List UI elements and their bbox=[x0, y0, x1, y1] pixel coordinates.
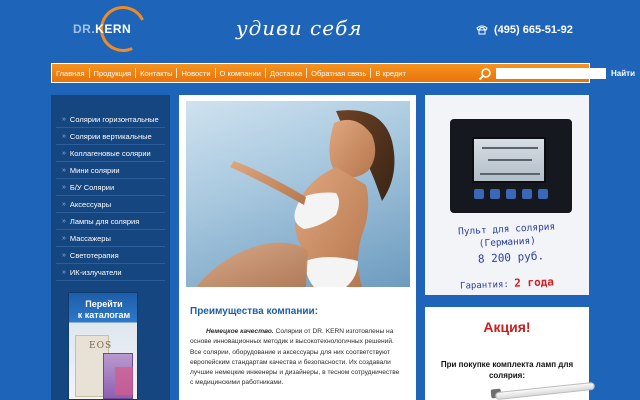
nav-separator bbox=[214, 68, 216, 78]
header: DR.KERN удиви себя (495) 665-51-92 bbox=[0, 0, 640, 62]
sidebar-item-label: Светотерапия bbox=[69, 250, 119, 260]
text-body: Солярии от DR. KERN изготовлены на основ… bbox=[190, 328, 400, 387]
device-screen bbox=[472, 137, 546, 183]
nav-separator bbox=[135, 68, 137, 78]
sidebar-item-lamps[interactable]: » Лампы для солярия bbox=[56, 213, 165, 230]
search-icon[interactable] bbox=[478, 67, 492, 81]
catalog-brand: EOS bbox=[89, 341, 113, 351]
nav-items: Главная Продукция Контакты Новости О ком… bbox=[52, 64, 406, 82]
sidebar-item-used-solariums[interactable]: » Б/У Солярии bbox=[56, 179, 165, 196]
nav-item-contacts[interactable]: Контакты bbox=[140, 69, 172, 78]
warranty-label: Гарантия: bbox=[459, 279, 510, 292]
control-panel-image bbox=[450, 119, 572, 213]
lamp-image bbox=[494, 381, 596, 400]
sidebar-item-label: Мини солярии bbox=[69, 165, 120, 175]
logo[interactable]: DR.KERN bbox=[73, 22, 131, 36]
bullet-icon: » bbox=[62, 251, 66, 259]
sidebar: » Солярии горизонтальные » Солярии вертика… bbox=[51, 95, 170, 400]
catalog-book-image bbox=[115, 367, 133, 395]
search-input[interactable] bbox=[496, 68, 606, 79]
device-button bbox=[474, 189, 484, 199]
catalog-line-1: Перейти bbox=[85, 299, 123, 309]
nav-separator bbox=[306, 68, 308, 78]
nav-separator bbox=[176, 68, 178, 78]
nav-separator bbox=[264, 68, 266, 78]
phone-number[interactable]: (495) 665-51-92 bbox=[494, 24, 573, 36]
nav-item-products[interactable]: Продукция bbox=[94, 69, 132, 78]
logo-prefix: DR. bbox=[73, 22, 96, 36]
device-button bbox=[522, 189, 532, 199]
sidebar-item-label: Солярии вертикальные bbox=[69, 131, 152, 141]
sidebar-item-massagers[interactable]: » Массажеры bbox=[56, 230, 165, 247]
device-button bbox=[506, 189, 516, 199]
catalog-banner[interactable]: Перейти к каталогам EOS bbox=[68, 292, 138, 400]
sidebar-item-label: ИК-излучатели bbox=[69, 267, 122, 277]
sidebar-item-horizontal-solariums[interactable]: » Солярии горизонтальные bbox=[56, 111, 165, 128]
bullet-icon: » bbox=[62, 132, 66, 140]
warranty-value: 2 года bbox=[513, 275, 555, 290]
ad-warranty: Гарантия: 2 года bbox=[425, 274, 589, 293]
promo-text: При покупке комплекта ламп для солярия: bbox=[440, 360, 574, 380]
sidebar-item-label: Коллагеновые солярии bbox=[69, 148, 151, 158]
nav-item-credit[interactable]: В кредит bbox=[375, 69, 406, 78]
category-list: » Солярии горизонтальные » Солярии вертика… bbox=[51, 95, 170, 281]
sidebar-item-label: Б/У Солярии bbox=[69, 182, 115, 192]
main-navigation: Главная Продукция Контакты Новости О ком… bbox=[51, 63, 635, 83]
hero-image bbox=[186, 101, 410, 287]
sidebar-item-vertical-solariums[interactable]: » Солярии вертикальные bbox=[56, 128, 165, 145]
bullet-icon: » bbox=[62, 217, 66, 225]
bullet-icon: » bbox=[62, 268, 66, 276]
text-emphasis: Немецкое качество. bbox=[206, 328, 274, 335]
bullet-icon: » bbox=[62, 183, 66, 191]
sidebar-item-accessories[interactable]: » Аксессуары bbox=[56, 196, 165, 213]
slogan: удиви себя bbox=[236, 16, 363, 40]
bullet-icon: » bbox=[62, 115, 66, 123]
nav-separator bbox=[370, 68, 372, 78]
search-button[interactable]: Найти bbox=[609, 66, 637, 80]
nav-item-feedback[interactable]: Обратная связь bbox=[311, 69, 366, 78]
main-heading: Преимущества компании: bbox=[190, 306, 319, 317]
phone-block: (495) 665-51-92 bbox=[476, 24, 573, 36]
sidebar-item-label: Лампы для солярия bbox=[69, 216, 140, 226]
sidebar-item-collagen-solariums[interactable]: » Коллагеновые солярии bbox=[56, 145, 165, 162]
device-button bbox=[538, 189, 548, 199]
nav-item-news[interactable]: Новости bbox=[181, 69, 210, 78]
bullet-icon: » bbox=[62, 234, 66, 242]
nav-separator bbox=[88, 68, 90, 78]
catalog-banner-text: Перейти к каталогам bbox=[69, 299, 139, 321]
remote-control-ad[interactable]: Пульт для солярия (Германия) 8 200 руб. … bbox=[425, 95, 589, 295]
promo-title: Акция! bbox=[483, 319, 531, 335]
catalog-line-2: к каталогам bbox=[77, 310, 131, 320]
bullet-icon: » bbox=[62, 149, 66, 157]
nav-item-home[interactable]: Главная bbox=[56, 69, 85, 78]
nav-item-about[interactable]: О компании bbox=[220, 69, 261, 78]
sidebar-item-label: Солярии горизонтальные bbox=[69, 114, 159, 124]
logo-name: KERN bbox=[95, 22, 132, 36]
bullet-icon: » bbox=[62, 166, 66, 174]
sidebar-item-label: Аксессуары bbox=[69, 199, 112, 209]
phone-icon bbox=[476, 25, 488, 35]
sidebar-item-ir-emitters[interactable]: » ИК-излучатели bbox=[56, 264, 165, 281]
sidebar-item-light-therapy[interactable]: » Светотерапия bbox=[56, 247, 165, 264]
main-content: Преимущества компании: Немецкое качество… bbox=[179, 95, 416, 400]
sidebar-item-label: Массажеры bbox=[69, 233, 111, 243]
bullet-icon: » bbox=[62, 200, 66, 208]
promo-panel[interactable]: Акция! При покупке комплекта ламп для со… bbox=[425, 307, 596, 400]
main-text: Немецкое качество. Солярии от DR. KERN и… bbox=[190, 327, 404, 389]
device-button bbox=[490, 189, 500, 199]
sidebar-item-mini-solariums[interactable]: » Мини солярии bbox=[56, 162, 165, 179]
nav-item-delivery[interactable]: Доставка bbox=[270, 69, 302, 78]
